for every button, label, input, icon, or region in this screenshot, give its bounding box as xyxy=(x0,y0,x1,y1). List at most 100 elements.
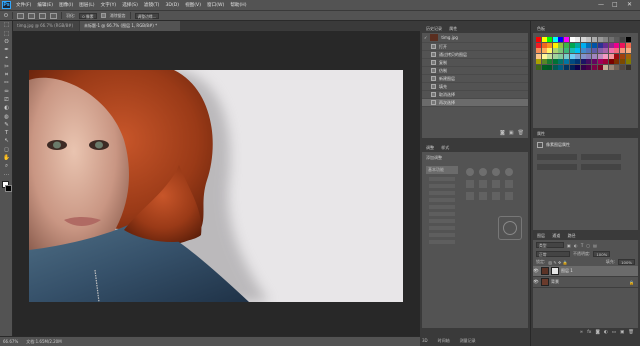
color-swatch[interactable] xyxy=(614,64,620,70)
minimize-icon[interactable]: — xyxy=(598,1,604,8)
background-color[interactable] xyxy=(5,184,12,192)
doc-tab-untitled[interactable]: 未标题-1 @ 66.7% (图层 1, RGB/8#) * xyxy=(80,21,180,31)
preset-row[interactable] xyxy=(429,233,455,237)
color-swatch[interactable] xyxy=(614,37,620,42)
lock-icons[interactable]: ▨ ✎ ✥ 🔒 xyxy=(548,260,567,265)
color-swatch[interactable] xyxy=(541,59,547,65)
layer-name[interactable]: 背景 xyxy=(551,279,559,285)
color-swatch[interactable] xyxy=(552,59,558,65)
color-swatch[interactable] xyxy=(597,59,603,65)
color-swatch[interactable] xyxy=(591,37,597,42)
color-swatch[interactable] xyxy=(614,42,620,48)
color-swatch[interactable] xyxy=(575,48,581,54)
color-swatch[interactable] xyxy=(580,37,586,42)
color-swatch[interactable] xyxy=(563,37,569,42)
layer-kind-select[interactable]: 类型 xyxy=(536,242,564,248)
add-selection-icon[interactable] xyxy=(27,12,35,19)
color-swatch[interactable] xyxy=(541,64,547,70)
color-swatch[interactable] xyxy=(625,59,631,65)
color-swatch[interactable] xyxy=(619,59,625,65)
visibility-eye-icon[interactable]: 👁 xyxy=(533,269,539,274)
color-swatch[interactable] xyxy=(591,59,597,65)
channel-mixer-icon[interactable] xyxy=(479,192,487,200)
color-swatch[interactable] xyxy=(558,37,564,42)
menu-view[interactable]: 视图(V) xyxy=(185,2,201,8)
levels-icon[interactable] xyxy=(479,168,487,176)
color-swatch[interactable] xyxy=(591,42,597,48)
color-swatch[interactable] xyxy=(597,48,603,54)
gradient-tool-icon[interactable]: ◍ xyxy=(2,114,11,121)
quick-select-tool-icon[interactable]: ✒ xyxy=(2,47,11,54)
color-swatch[interactable] xyxy=(541,37,547,42)
color-swatch[interactable] xyxy=(597,64,603,70)
color-swatch[interactable] xyxy=(619,64,625,70)
color-swatch[interactable] xyxy=(603,53,609,59)
color-swatch[interactable] xyxy=(580,64,586,70)
color-swatch[interactable] xyxy=(591,48,597,54)
color-swatch[interactable] xyxy=(597,53,603,59)
color-swatch[interactable] xyxy=(552,48,558,54)
preset-row[interactable] xyxy=(429,184,455,188)
menu-edit[interactable]: 编辑(E) xyxy=(37,2,53,8)
layer-row-background[interactable]: 👁 背景 🔒 xyxy=(533,277,638,288)
color-swatch[interactable] xyxy=(575,37,581,42)
tab-history[interactable]: 历史记录 xyxy=(426,26,442,31)
tab-adjustments[interactable]: 调整 xyxy=(426,145,434,150)
color-swatch[interactable] xyxy=(591,64,597,70)
history-item-selected[interactable]: 再次选择 xyxy=(422,99,528,107)
preset-row[interactable] xyxy=(429,198,455,202)
swatches-tab[interactable]: 色板 xyxy=(533,25,638,33)
history-item[interactable]: 新建图层 xyxy=(422,75,528,83)
curves-icon[interactable] xyxy=(492,168,500,176)
tab-paths[interactable]: 路径 xyxy=(568,233,576,238)
preset-row[interactable] xyxy=(429,240,455,244)
color-swatch[interactable] xyxy=(625,53,631,59)
color-swatch[interactable] xyxy=(575,59,581,65)
history-item[interactable]: 打开 xyxy=(422,43,528,51)
color-swatch[interactable] xyxy=(625,48,631,54)
marquee-tool-icon[interactable]: ⬚ xyxy=(2,31,11,38)
color-swatch[interactable] xyxy=(603,37,609,42)
clone-stamp-tool-icon[interactable]: ♒ xyxy=(2,89,11,96)
color-swatch[interactable] xyxy=(563,48,569,54)
color-swatch[interactable] xyxy=(619,53,625,59)
color-swatch[interactable] xyxy=(591,53,597,59)
color-swatch[interactable] xyxy=(608,53,614,59)
preset-row[interactable] xyxy=(429,219,455,223)
preset-row[interactable] xyxy=(429,212,455,216)
eyedropper-tool-icon[interactable]: ✂ xyxy=(2,64,11,71)
color-swatch[interactable] xyxy=(552,53,558,59)
color-swatch[interactable] xyxy=(619,37,625,42)
color-swatch[interactable] xyxy=(608,59,614,65)
new-selection-icon[interactable] xyxy=(16,12,24,19)
photo-filter-icon[interactable] xyxy=(466,192,474,200)
color-swatch[interactable] xyxy=(575,42,581,48)
trash-icon[interactable]: 🗑 xyxy=(518,130,524,136)
color-swatch[interactable] xyxy=(547,59,553,65)
menu-filter[interactable]: 滤镜(T) xyxy=(144,2,160,8)
color-swatch[interactable] xyxy=(608,42,614,48)
more-tools-icon[interactable]: ⋯ xyxy=(2,172,11,179)
color-swatch[interactable] xyxy=(569,64,575,70)
antialias-checkbox[interactable] xyxy=(100,13,106,18)
color-swatch[interactable] xyxy=(558,59,564,65)
visibility-eye-icon[interactable]: 👁 xyxy=(533,280,539,285)
menu-layer[interactable]: 图层(L) xyxy=(79,2,94,8)
color-swatch[interactable] xyxy=(563,59,569,65)
healing-tool-icon[interactable]: ⌗ xyxy=(2,72,11,79)
lasso-tool-icon[interactable]: ʘ xyxy=(4,13,8,19)
color-swatch[interactable] xyxy=(541,53,547,59)
color-swatch[interactable] xyxy=(536,42,541,48)
color-swatch[interactable] xyxy=(580,42,586,48)
adjustment-layer-icon[interactable]: ◐ xyxy=(604,330,608,335)
color-swatch[interactable] xyxy=(619,42,625,48)
menu-type[interactable]: 文字(Y) xyxy=(101,2,117,8)
menu-window[interactable]: 窗口(W) xyxy=(207,2,224,8)
color-swatch[interactable] xyxy=(547,53,553,59)
link-icon[interactable]: ∞ xyxy=(579,330,583,335)
color-swatch[interactable] xyxy=(558,53,564,59)
color-swatch[interactable] xyxy=(569,42,575,48)
color-swatch[interactable] xyxy=(586,42,592,48)
opacity-input[interactable]: 100% xyxy=(593,251,611,257)
color-swatch[interactable] xyxy=(603,64,609,70)
